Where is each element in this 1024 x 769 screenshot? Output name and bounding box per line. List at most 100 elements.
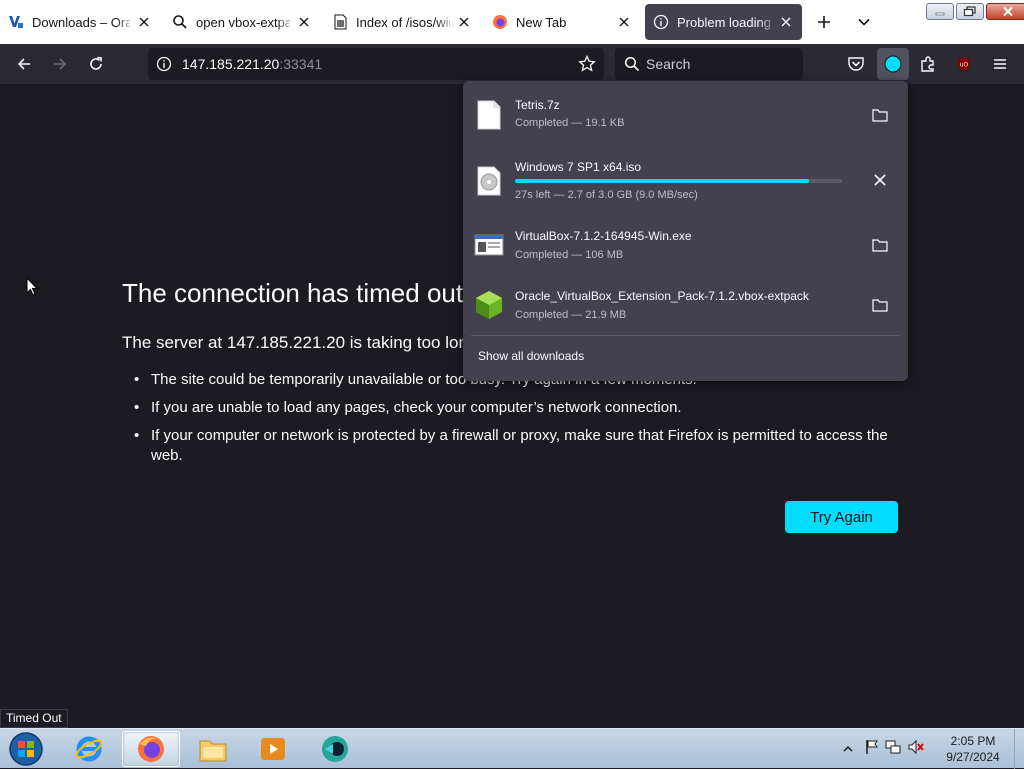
downloads-panel: Tetris.7z Completed — 19.1 KB Windows 7 …: [463, 81, 908, 381]
taskbar-file-explorer[interactable]: [184, 731, 242, 767]
download-status: 27s left — 2.7 of 3.0 GB (9.0 MB/sec): [515, 189, 698, 201]
url-host: 147.185.221.20: [182, 56, 280, 72]
address-bar[interactable]: 147.185.221.20:33341: [148, 48, 604, 80]
download-progress-icon: [884, 55, 902, 73]
download-status: Completed — 19.1 KB: [515, 117, 625, 129]
tab-open-vbox-extpack[interactable]: open vbox-extpack: [164, 4, 320, 40]
tab-title: New Tab: [516, 14, 567, 30]
download-name: Tetris.7z: [515, 98, 560, 112]
bookmark-star-icon[interactable]: [578, 54, 596, 78]
folder-explorer-icon: [199, 740, 227, 762]
search-favicon-icon: [172, 14, 188, 30]
back-button[interactable]: [10, 50, 38, 78]
virtualbox-favicon-icon: [8, 14, 24, 30]
pocket-icon: [848, 57, 864, 71]
folder-icon: [872, 299, 888, 312]
download-item-tetris[interactable]: Tetris.7z Completed — 19.1 KB: [463, 85, 908, 145]
download-name: Oracle_VirtualBox_Extension_Pack-7.1.2.v…: [515, 289, 809, 303]
download-name: VirtualBox-7.1.2-164945-Win.exe: [515, 229, 692, 243]
tab-close-icon[interactable]: [778, 14, 794, 30]
tab-close-icon[interactable]: [136, 14, 152, 30]
try-again-button[interactable]: Try Again: [785, 501, 898, 533]
disc-image-icon: [477, 166, 501, 196]
internet-explorer-icon: [75, 736, 103, 762]
error-suggestions: The site could be temporarily unavailabl…: [134, 370, 904, 474]
tab-close-icon[interactable]: [296, 14, 312, 30]
download-status: Completed — 106 MB: [515, 249, 624, 261]
network-icon[interactable]: [885, 739, 901, 760]
info-favicon-icon: [653, 14, 669, 30]
search-icon: [624, 56, 640, 72]
restore-window-button[interactable]: [956, 3, 984, 20]
site-info-icon[interactable]: [156, 56, 172, 77]
teal-app-icon: [322, 736, 348, 762]
vbox-extpack-icon: [476, 291, 502, 319]
show-hidden-icons-button[interactable]: [843, 740, 857, 758]
downloads-button[interactable]: [877, 48, 909, 80]
open-folder-button[interactable]: [866, 101, 894, 129]
minimize-window-button[interactable]: [926, 3, 954, 20]
cancel-download-button[interactable]: [866, 166, 894, 194]
list-all-tabs-button[interactable]: [850, 8, 878, 36]
extensions-button[interactable]: [914, 50, 942, 78]
status-panel: Timed Out: [0, 709, 68, 728]
download-name: Windows 7 SP1 x64.iso: [515, 160, 642, 174]
new-tab-button[interactable]: [810, 8, 838, 36]
restore-icon: [963, 6, 976, 17]
chevron-up-icon: [843, 745, 853, 752]
close-window-button[interactable]: [986, 3, 1024, 20]
taskbar-remote-app[interactable]: [306, 731, 364, 767]
search-bar[interactable]: Search: [615, 48, 803, 80]
download-item-vbox-extpack[interactable]: Oracle_VirtualBox_Extension_Pack-7.1.2.v…: [463, 275, 908, 335]
tab-close-icon[interactable]: [616, 14, 632, 30]
download-status: Completed — 21.9 MB: [515, 309, 627, 321]
reload-button[interactable]: [82, 50, 110, 78]
volume-muted-icon[interactable]: [907, 739, 925, 760]
download-item-windows7-iso[interactable]: Windows 7 SP1 x64.iso 27s left — 2.7 of …: [463, 147, 908, 207]
chevron-down-icon: [858, 18, 870, 26]
url-port: :33341: [279, 56, 323, 72]
taskbar-internet-explorer[interactable]: [60, 731, 118, 767]
arrow-left-icon: [17, 58, 30, 70]
tab-problem-loading[interactable]: Problem loading page: [645, 4, 802, 40]
show-all-downloads-link[interactable]: Show all downloads: [478, 349, 584, 363]
svg-text:uO: uO: [960, 62, 969, 69]
firefox-icon: [138, 736, 164, 762]
open-folder-button[interactable]: [866, 291, 894, 319]
navigation-toolbar: 147.185.221.20:33341 Search uO: [0, 44, 1024, 84]
tab-downloads-oracle[interactable]: Downloads – Oracle: [0, 4, 160, 40]
ublock-origin-button[interactable]: uO: [950, 50, 978, 78]
plus-icon: [818, 16, 830, 28]
firefox-favicon-icon: [492, 14, 508, 30]
puzzle-piece-icon: [921, 56, 934, 72]
app-menu-button[interactable]: [986, 50, 1014, 78]
tab-new-tab[interactable]: New Tab: [484, 4, 640, 40]
windows-taskbar: 2:05 PM 9/27/2024: [0, 728, 1024, 769]
system-tray: [843, 735, 925, 763]
download-progress-bar: [515, 179, 842, 183]
clock-date: 9/27/2024: [946, 750, 1000, 764]
reload-icon: [90, 56, 102, 70]
tab-strip: Downloads – Oracle open vbox-extpack Ind…: [0, 0, 1024, 44]
taskbar-firefox[interactable]: [122, 731, 180, 767]
pocket-button[interactable]: [842, 50, 870, 78]
folder-icon: [872, 239, 888, 252]
taskbar-clock[interactable]: 2:05 PM 9/27/2024: [935, 733, 1011, 765]
forward-button[interactable]: [46, 50, 74, 78]
error-title: The connection has timed out: [122, 278, 464, 308]
minimize-icon: [935, 12, 945, 15]
close-icon: [874, 174, 886, 186]
download-item-virtualbox-exe[interactable]: VirtualBox-7.1.2-164945-Win.exe Complete…: [463, 215, 908, 275]
taskbar-media-player[interactable]: [244, 731, 302, 767]
tab-close-icon[interactable]: [456, 14, 472, 30]
mouse-cursor-icon: [26, 277, 38, 296]
list-item: If you are unable to load any pages, che…: [134, 398, 904, 418]
ublock-shield-icon: uO: [958, 57, 970, 71]
windows-start-orb-icon: [9, 732, 43, 766]
tab-index-isos[interactable]: Index of /isos/windows: [324, 4, 480, 40]
show-desktop-button[interactable]: [1014, 729, 1024, 769]
open-folder-button[interactable]: [866, 231, 894, 259]
action-center-flag-icon[interactable]: [865, 739, 879, 760]
search-placeholder: Search: [646, 56, 691, 72]
start-button[interactable]: [6, 730, 46, 768]
